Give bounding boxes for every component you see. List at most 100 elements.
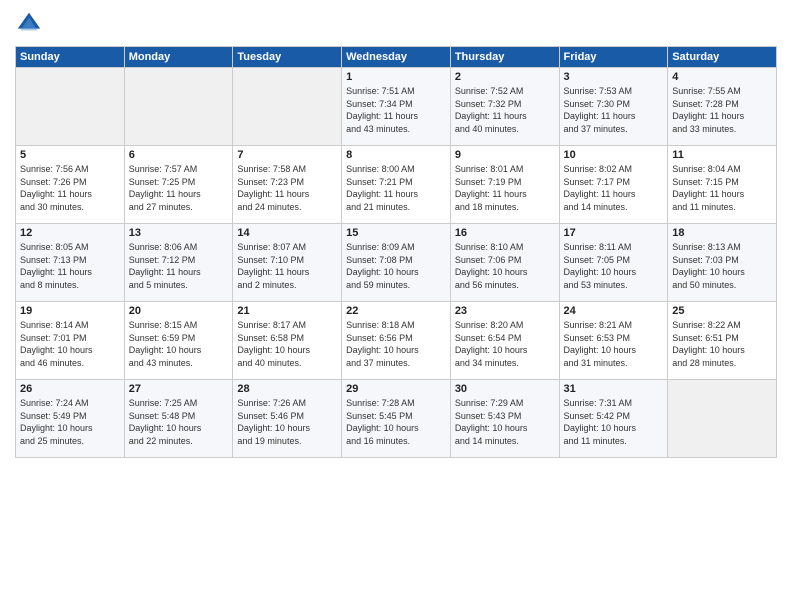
day-info: Sunrise: 7:52 AM Sunset: 7:32 PM Dayligh…: [455, 85, 555, 135]
day-info: Sunrise: 7:29 AM Sunset: 5:43 PM Dayligh…: [455, 397, 555, 447]
day-header-thursday: Thursday: [450, 47, 559, 68]
calendar-week-row: 1Sunrise: 7:51 AM Sunset: 7:34 PM Daylig…: [16, 68, 777, 146]
day-number: 10: [564, 149, 664, 161]
calendar-cell: 29 Sunrise: 7:28 AM Sunset: 5:45 PM Dayli…: [342, 380, 451, 458]
day-header-wednesday: Wednesday: [342, 47, 451, 68]
day-info: Sunrise: 8:00 AM Sunset: 7:21 PM Dayligh…: [346, 163, 446, 213]
calendar-cell: 18 Sunrise: 8:13 AM Sunset: 7:03 PM Dayli…: [668, 224, 777, 302]
calendar-cell: 22Sunrise: 8:18 AM Sunset: 6:56 PM Dayli…: [342, 302, 451, 380]
day-header-tuesday: Tuesday: [233, 47, 342, 68]
calendar-cell: 30 Sunrise: 7:29 AM Sunset: 5:43 PM Dayli…: [450, 380, 559, 458]
day-number: 17: [564, 227, 664, 239]
calendar-cell: 21 Sunrise: 8:17 AM Sunset: 6:58 PM Dayli…: [233, 302, 342, 380]
calendar-cell: 6 Sunrise: 7:57 AM Sunset: 7:25 PM Daylig…: [124, 146, 233, 224]
calendar-cell: 31 Sunrise: 7:31 AM Sunset: 5:42 PM Dayli…: [559, 380, 668, 458]
day-info: Sunrise: 7:58 AM Sunset: 7:23 PM Dayligh…: [237, 163, 337, 213]
calendar-cell: 10 Sunrise: 8:02 AM Sunset: 7:17 PM Dayli…: [559, 146, 668, 224]
day-info: Sunrise: 8:20 AM Sunset: 6:54 PM Dayligh…: [455, 319, 555, 369]
calendar-cell: 23 Sunrise: 8:20 AM Sunset: 6:54 PM Dayli…: [450, 302, 559, 380]
calendar-cell: 3Sunrise: 7:53 AM Sunset: 7:30 PM Daylig…: [559, 68, 668, 146]
day-info: Sunrise: 8:11 AM Sunset: 7:05 PM Dayligh…: [564, 241, 664, 291]
calendar-week-row: 19 Sunrise: 8:14 AM Sunset: 7:01 PM Dayli…: [16, 302, 777, 380]
calendar-cell: [233, 68, 342, 146]
day-info: Sunrise: 8:09 AM Sunset: 7:08 PM Dayligh…: [346, 241, 446, 291]
day-number: 14: [237, 227, 337, 239]
day-info: Sunrise: 8:17 AM Sunset: 6:58 PM Dayligh…: [237, 319, 337, 369]
day-info: Sunrise: 7:57 AM Sunset: 7:25 PM Dayligh…: [129, 163, 229, 213]
header: [15, 10, 777, 38]
day-info: Sunrise: 8:14 AM Sunset: 7:01 PM Dayligh…: [20, 319, 120, 369]
day-info: Sunrise: 7:25 AM Sunset: 5:48 PM Dayligh…: [129, 397, 229, 447]
calendar-cell: 8 Sunrise: 8:00 AM Sunset: 7:21 PM Daylig…: [342, 146, 451, 224]
day-number: 11: [672, 149, 772, 161]
calendar-cell: 7 Sunrise: 7:58 AM Sunset: 7:23 PM Daylig…: [233, 146, 342, 224]
day-number: 4: [672, 71, 772, 83]
calendar-cell: 14Sunrise: 8:07 AM Sunset: 7:10 PM Dayli…: [233, 224, 342, 302]
calendar-cell: 24 Sunrise: 8:21 AM Sunset: 6:53 PM Dayli…: [559, 302, 668, 380]
day-info: Sunrise: 7:55 AM Sunset: 7:28 PM Dayligh…: [672, 85, 772, 135]
day-number: 18: [672, 227, 772, 239]
calendar-cell: 19 Sunrise: 8:14 AM Sunset: 7:01 PM Dayli…: [16, 302, 125, 380]
calendar-cell: 2 Sunrise: 7:52 AM Sunset: 7:32 PM Daylig…: [450, 68, 559, 146]
calendar-cell: [124, 68, 233, 146]
day-number: 5: [20, 149, 120, 161]
calendar-cell: [16, 68, 125, 146]
logo: [15, 10, 47, 38]
calendar-cell: 28 Sunrise: 7:26 AM Sunset: 5:46 PM Dayli…: [233, 380, 342, 458]
day-info: Sunrise: 8:04 AM Sunset: 7:15 PM Dayligh…: [672, 163, 772, 213]
day-number: 6: [129, 149, 229, 161]
day-number: 31: [564, 383, 664, 395]
calendar-cell: 13Sunrise: 8:06 AM Sunset: 7:12 PM Dayli…: [124, 224, 233, 302]
calendar-cell: 1Sunrise: 7:51 AM Sunset: 7:34 PM Daylig…: [342, 68, 451, 146]
day-number: 3: [564, 71, 664, 83]
day-info: Sunrise: 7:24 AM Sunset: 5:49 PM Dayligh…: [20, 397, 120, 447]
day-number: 23: [455, 305, 555, 317]
day-number: 16: [455, 227, 555, 239]
day-info: Sunrise: 8:13 AM Sunset: 7:03 PM Dayligh…: [672, 241, 772, 291]
day-number: 7: [237, 149, 337, 161]
day-header-saturday: Saturday: [668, 47, 777, 68]
day-number: 30: [455, 383, 555, 395]
calendar-cell: 26Sunrise: 7:24 AM Sunset: 5:49 PM Dayli…: [16, 380, 125, 458]
day-number: 29: [346, 383, 446, 395]
day-info: Sunrise: 7:26 AM Sunset: 5:46 PM Dayligh…: [237, 397, 337, 447]
day-header-sunday: Sunday: [16, 47, 125, 68]
calendar-cell: 15 Sunrise: 8:09 AM Sunset: 7:08 PM Dayli…: [342, 224, 451, 302]
day-number: 8: [346, 149, 446, 161]
day-header-monday: Monday: [124, 47, 233, 68]
logo-icon: [15, 10, 43, 38]
day-number: 21: [237, 305, 337, 317]
day-info: Sunrise: 8:21 AM Sunset: 6:53 PM Dayligh…: [564, 319, 664, 369]
calendar-cell: [668, 380, 777, 458]
day-info: Sunrise: 7:56 AM Sunset: 7:26 PM Dayligh…: [20, 163, 120, 213]
day-number: 19: [20, 305, 120, 317]
calendar-cell: 27Sunrise: 7:25 AM Sunset: 5:48 PM Dayli…: [124, 380, 233, 458]
day-number: 1: [346, 71, 446, 83]
day-info: Sunrise: 8:01 AM Sunset: 7:19 PM Dayligh…: [455, 163, 555, 213]
calendar-cell: 9 Sunrise: 8:01 AM Sunset: 7:19 PM Daylig…: [450, 146, 559, 224]
calendar-cell: 4 Sunrise: 7:55 AM Sunset: 7:28 PM Daylig…: [668, 68, 777, 146]
calendar-cell: 16 Sunrise: 8:10 AM Sunset: 7:06 PM Dayli…: [450, 224, 559, 302]
day-number: 28: [237, 383, 337, 395]
day-info: Sunrise: 8:05 AM Sunset: 7:13 PM Dayligh…: [20, 241, 120, 291]
day-info: Sunrise: 8:10 AM Sunset: 7:06 PM Dayligh…: [455, 241, 555, 291]
day-info: Sunrise: 8:22 AM Sunset: 6:51 PM Dayligh…: [672, 319, 772, 369]
calendar-week-row: 12 Sunrise: 8:05 AM Sunset: 7:13 PM Dayli…: [16, 224, 777, 302]
day-info: Sunrise: 8:02 AM Sunset: 7:17 PM Dayligh…: [564, 163, 664, 213]
calendar-cell: 25 Sunrise: 8:22 AM Sunset: 6:51 PM Dayli…: [668, 302, 777, 380]
day-number: 15: [346, 227, 446, 239]
day-number: 20: [129, 305, 229, 317]
day-number: 24: [564, 305, 664, 317]
day-number: 9: [455, 149, 555, 161]
day-number: 12: [20, 227, 120, 239]
calendar-header-row: SundayMondayTuesdayWednesdayThursdayFrid…: [16, 47, 777, 68]
day-number: 25: [672, 305, 772, 317]
day-number: 2: [455, 71, 555, 83]
calendar-table: SundayMondayTuesdayWednesdayThursdayFrid…: [15, 46, 777, 458]
day-info: Sunrise: 7:28 AM Sunset: 5:45 PM Dayligh…: [346, 397, 446, 447]
day-info: Sunrise: 7:31 AM Sunset: 5:42 PM Dayligh…: [564, 397, 664, 447]
day-info: Sunrise: 8:15 AM Sunset: 6:59 PM Dayligh…: [129, 319, 229, 369]
calendar-cell: 5 Sunrise: 7:56 AM Sunset: 7:26 PM Daylig…: [16, 146, 125, 224]
calendar-cell: 20 Sunrise: 8:15 AM Sunset: 6:59 PM Dayli…: [124, 302, 233, 380]
day-number: 13: [129, 227, 229, 239]
